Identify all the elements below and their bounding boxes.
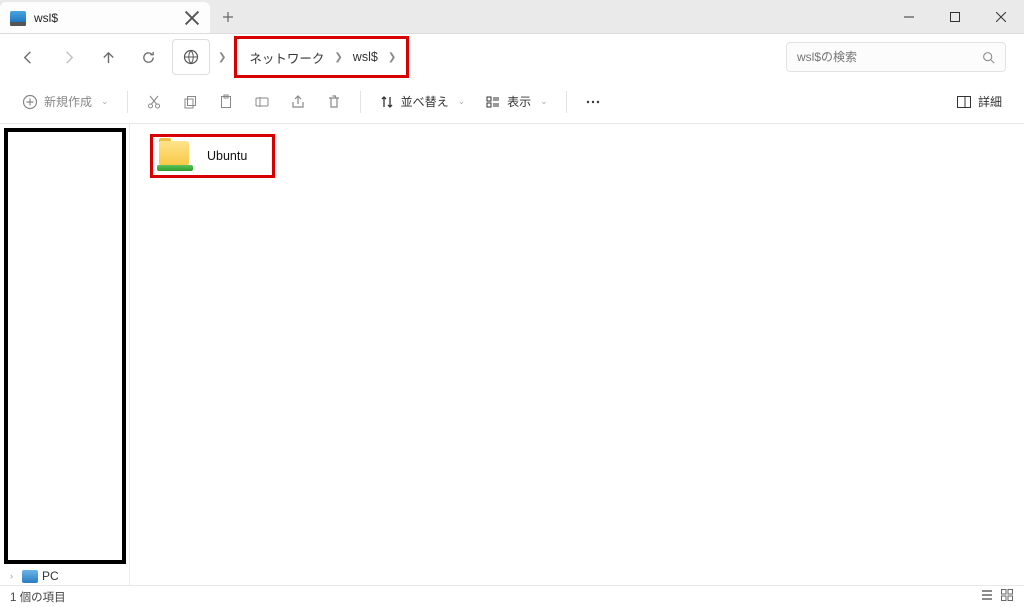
sort-button[interactable]: 並べ替え ⌄ [371, 87, 474, 116]
navigation-pane[interactable]: › PC [0, 124, 130, 585]
sort-icon [379, 94, 395, 110]
chevron-down-icon: ⌄ [540, 96, 548, 107]
copy-button[interactable] [174, 88, 206, 116]
monitor-icon [10, 11, 26, 24]
active-tab[interactable]: wsl$ [0, 2, 210, 33]
share-button[interactable] [282, 88, 314, 116]
item-count-text: 1 個の項目 [10, 589, 66, 605]
item-highlight: Ubuntu [150, 134, 275, 178]
arrow-up-icon [101, 50, 116, 65]
details-view-toggle[interactable] [980, 588, 994, 605]
up-button[interactable] [88, 39, 128, 75]
folder-label: Ubuntu [207, 149, 247, 163]
paste-button[interactable] [210, 88, 242, 116]
chevron-right-icon: › [10, 571, 18, 581]
close-window-button[interactable] [978, 0, 1024, 33]
minimize-button[interactable] [886, 0, 932, 33]
list-view-icon [980, 588, 994, 602]
new-item-button[interactable]: 新規作成 ⌄ [14, 87, 117, 116]
forward-button[interactable] [48, 39, 88, 75]
chevron-right-icon: ❯ [214, 52, 230, 63]
refresh-button[interactable] [128, 39, 168, 75]
network-folder-icon [157, 141, 193, 171]
paste-icon [218, 94, 234, 110]
details-pane-button[interactable]: 詳細 [948, 87, 1010, 116]
status-bar: 1 個の項目 [0, 585, 1024, 607]
window-controls [886, 0, 1024, 33]
rename-button[interactable] [246, 88, 278, 116]
share-icon [290, 94, 306, 110]
content-area[interactable]: Ubuntu [130, 124, 1024, 585]
arrow-left-icon [21, 50, 36, 65]
minimize-icon [904, 12, 914, 22]
cut-button[interactable] [138, 88, 170, 116]
refresh-icon [141, 50, 156, 65]
search-input[interactable] [797, 50, 982, 64]
chevron-right-icon: ❯ [330, 52, 346, 63]
search-icon [982, 51, 995, 64]
large-icons-toggle[interactable] [1000, 588, 1014, 605]
details-pane-icon [956, 94, 972, 110]
tree-redacted-area [4, 128, 126, 564]
address-bar-highlight: ネットワーク ❯ wsl$ ❯ [234, 36, 409, 78]
nav-toolbar: ❯ ネットワーク ❯ wsl$ ❯ [0, 34, 1024, 80]
chevron-down-icon: ⌄ [101, 96, 109, 107]
location-scope-button[interactable] [172, 39, 210, 75]
arrow-right-icon [61, 50, 76, 65]
titlebar: wsl$ [0, 0, 1024, 34]
chevron-down-icon: ⌄ [458, 96, 466, 107]
trash-icon [326, 94, 342, 110]
plus-icon [222, 11, 234, 23]
copy-icon [182, 94, 198, 110]
ellipsis-icon [585, 94, 601, 110]
cut-icon [146, 94, 162, 110]
view-button[interactable]: 表示 ⌄ [477, 87, 556, 116]
more-button[interactable] [577, 88, 609, 116]
search-box [786, 42, 1006, 72]
pc-icon [22, 570, 38, 583]
tree-item-pc[interactable]: › PC [2, 568, 129, 583]
new-tab-button[interactable] [210, 0, 246, 33]
close-tab-button[interactable] [184, 10, 200, 26]
tab-title: wsl$ [34, 11, 176, 25]
close-icon [996, 12, 1006, 22]
breadcrumb[interactable]: ネットワーク ❯ wsl$ ❯ [243, 41, 400, 73]
back-button[interactable] [8, 39, 48, 75]
details-label: 詳細 [978, 93, 1002, 110]
new-item-label: 新規作成 [44, 93, 92, 110]
command-toolbar: 新規作成 ⌄ 並べ替え ⌄ 表示 ⌄ 詳細 [0, 80, 1024, 124]
maximize-icon [950, 12, 960, 22]
view-label: 表示 [507, 93, 531, 110]
rename-icon [254, 94, 270, 110]
plus-circle-icon [22, 94, 38, 110]
view-icon [485, 94, 501, 110]
folder-item-ubuntu[interactable]: Ubuntu [157, 141, 262, 171]
chevron-right-icon: ❯ [384, 52, 400, 63]
breadcrumb-item[interactable]: wsl$ [347, 50, 384, 64]
grid-view-icon [1000, 588, 1014, 602]
tree-item-label: PC [42, 569, 59, 583]
sort-label: 並べ替え [401, 93, 449, 110]
close-icon [184, 10, 200, 26]
maximize-button[interactable] [932, 0, 978, 33]
delete-button[interactable] [318, 88, 350, 116]
globe-icon [183, 49, 199, 65]
breadcrumb-item[interactable]: ネットワーク [243, 48, 330, 67]
